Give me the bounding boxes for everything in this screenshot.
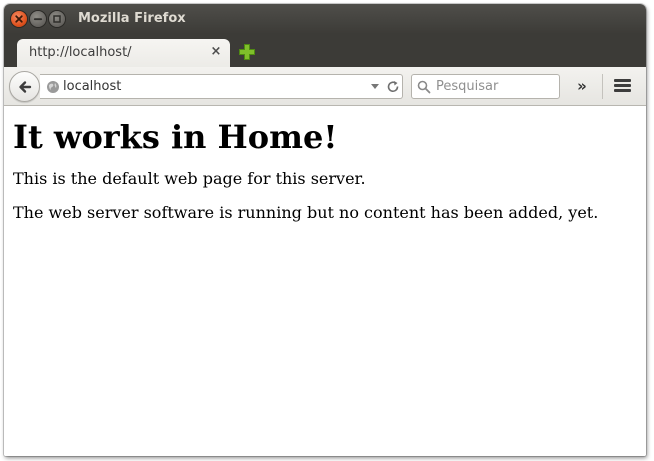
- search-icon: [417, 80, 431, 94]
- minimize-icon: [33, 18, 43, 21]
- tab-title: http://localhost/: [29, 45, 132, 60]
- url-bar[interactable]: localhost: [40, 74, 403, 99]
- back-arrow-icon: [19, 81, 32, 93]
- hamburger-menu-icon[interactable]: [614, 79, 631, 93]
- toolbar-divider: [602, 74, 603, 99]
- search-input[interactable]: Pesquisar: [436, 79, 498, 94]
- toolbar-overflow-button[interactable]: »: [572, 77, 592, 95]
- page-content: It works in Home! This is the default we…: [4, 107, 646, 456]
- new-tab-button[interactable]: [238, 43, 256, 61]
- url-dropdown-icon[interactable]: [371, 84, 379, 89]
- tab-strip: http://localhost/ ×: [4, 34, 646, 67]
- page-heading: It works in Home!: [13, 118, 338, 156]
- plus-icon: [239, 44, 255, 60]
- browser-window: Mozilla Firefox http://localhost/ × loca…: [4, 4, 646, 456]
- tab-localhost[interactable]: http://localhost/ ×: [17, 39, 230, 67]
- window-minimize-button[interactable]: [30, 11, 46, 27]
- window-close-button[interactable]: [11, 11, 27, 27]
- window-title: Mozilla Firefox: [78, 11, 186, 26]
- window-maximize-button[interactable]: [49, 11, 65, 27]
- page-paragraph: The web server software is running but n…: [13, 203, 599, 222]
- close-icon: [15, 15, 23, 23]
- maximize-icon: [53, 15, 61, 23]
- reload-icon[interactable]: [386, 80, 400, 94]
- search-bar[interactable]: Pesquisar: [411, 74, 560, 99]
- url-text: localhost: [63, 79, 122, 94]
- tab-close-icon[interactable]: ×: [209, 44, 223, 60]
- title-bar: Mozilla Firefox: [4, 4, 646, 34]
- back-button[interactable]: [9, 71, 40, 102]
- navigation-toolbar: localhost Pesquisar »: [4, 67, 646, 106]
- page-paragraph: This is the default web page for this se…: [13, 169, 366, 188]
- globe-icon: [47, 81, 59, 93]
